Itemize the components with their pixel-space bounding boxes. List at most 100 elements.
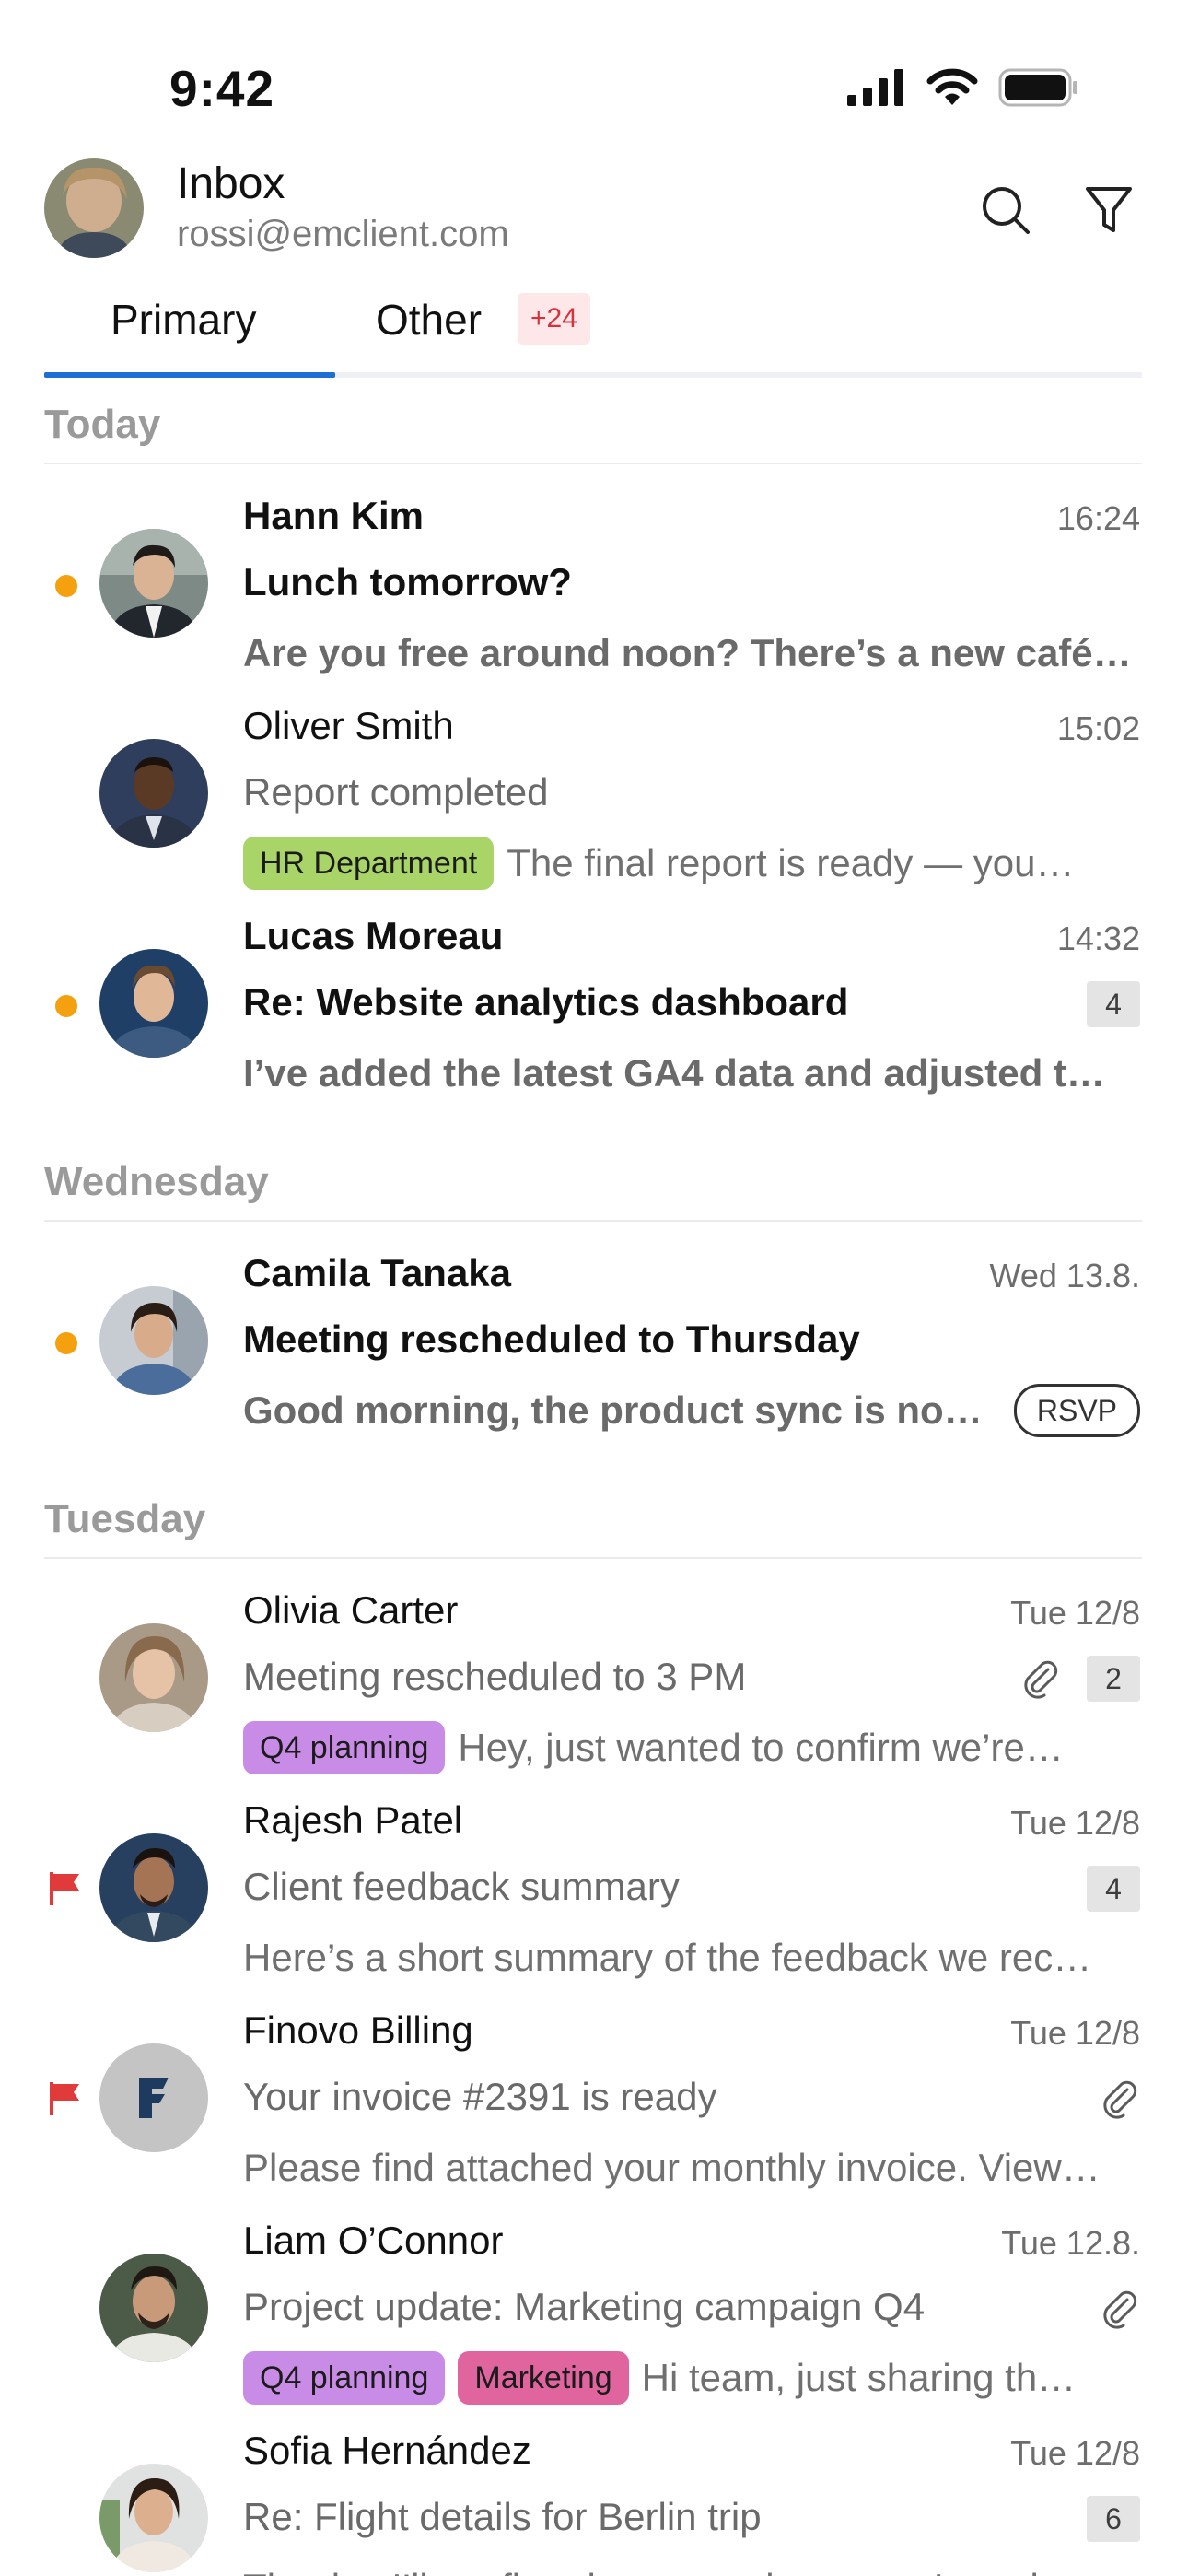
mail-time: Tue 12/8 xyxy=(1010,1804,1140,1842)
mail-item[interactable]: Oliver Smith 15:02 Report completed HR D… xyxy=(0,687,1188,897)
mail-preview: Good morning, the product sync is no… xyxy=(243,1388,983,1432)
sender-name: Rajesh Patel xyxy=(243,1798,463,1842)
battery-icon xyxy=(998,68,1077,107)
mail-subject: Meeting rescheduled to Thursday xyxy=(243,1317,860,1361)
status-icons xyxy=(847,68,1079,107)
mail-preview-row: Please find attached your monthly invoic… xyxy=(243,2141,1142,2195)
unread-indicator xyxy=(55,1332,77,1354)
search-button[interactable] xyxy=(978,182,1033,238)
flag-icon xyxy=(50,1872,79,1905)
mail-preview-row: Thanks, I’ll confirm the return date onc… xyxy=(243,2561,1142,2576)
tab-primary[interactable]: Primary xyxy=(111,295,256,345)
mail-item[interactable]: Lucas Moreau 14:32 Re: Website analytics… xyxy=(0,897,1188,1107)
sender-name: Oliver Smith xyxy=(243,704,454,747)
avatar xyxy=(99,2464,208,2572)
mail-subject: Project update: Marketing campaign Q4 xyxy=(243,2285,926,2328)
mail-preview: The final report is ready — you… xyxy=(507,841,1075,884)
account-email: rossi@emclient.com xyxy=(177,214,509,254)
sender-name: Hann Kim xyxy=(243,494,425,537)
unread-indicator xyxy=(55,575,77,597)
active-tab-indicator xyxy=(44,372,335,378)
mail-time: Tue 12/8 xyxy=(1010,1594,1140,1632)
mail-preview-row: Good morning, the product sync is no… xyxy=(243,1384,998,1437)
tab-other[interactable]: Other xyxy=(376,295,482,345)
flag-icon xyxy=(50,2082,79,2115)
thread-count-badge: 2 xyxy=(1087,1656,1140,1702)
label-tag: Q4 planning xyxy=(243,2351,446,2405)
mail-item[interactable]: Hann Kim 16:24 Lunch tomorrow? Are you f… xyxy=(0,477,1188,687)
avatar xyxy=(99,1623,208,1732)
mail-meta xyxy=(1100,2073,1140,2125)
avatar xyxy=(99,1833,208,1942)
mail-subject: Re: Flight details for Berlin trip xyxy=(243,2495,762,2538)
section-label: Today xyxy=(44,402,161,447)
user-avatar[interactable] xyxy=(44,158,144,258)
unread-indicator xyxy=(55,995,77,1017)
section-header-today: Today xyxy=(44,391,1142,464)
sender-name: Finovo Billing xyxy=(243,2008,473,2052)
avatar xyxy=(99,739,208,848)
mail-time: Tue 12/8 xyxy=(1010,2014,1140,2052)
mail-meta: 2 xyxy=(1020,1653,1140,1704)
mail-preview-row: Here’s a short summary of the feedback w… xyxy=(243,1931,1142,1985)
filter-button[interactable] xyxy=(1081,182,1136,238)
mail-item[interactable]: Camila Tanaka Wed 13.8. Meeting reschedu… xyxy=(0,1235,1188,1445)
mail-preview-row: Q4 planning Hey, just wanted to confirm … xyxy=(243,1721,1142,1774)
thread-count-badge: 6 xyxy=(1087,2496,1140,2542)
thread-count-badge: 4 xyxy=(1087,1866,1140,1912)
avatar xyxy=(99,2043,208,2152)
inbox-header: Inbox rossi@emclient.com xyxy=(0,158,1188,269)
cellular-signal-icon xyxy=(847,69,903,106)
mail-subject: Re: Website analytics dashboard xyxy=(243,980,849,1024)
avatar xyxy=(99,949,208,1058)
rsvp-badge[interactable]: RSVP xyxy=(1013,1384,1140,1437)
mail-subject: Client feedback summary xyxy=(243,1865,680,1908)
sender-name: Camila Tanaka xyxy=(243,1251,512,1294)
mail-time: Tue 12/8 xyxy=(1010,2434,1140,2472)
mail-meta: 4 xyxy=(1087,978,1140,1030)
mail-preview: Hi team, just sharing th… xyxy=(641,2356,1077,2399)
sender-name: Lucas Moreau xyxy=(243,914,504,957)
mail-subject: Lunch tomorrow? xyxy=(243,560,572,603)
section-header-tuesday: Tuesday xyxy=(44,1485,1142,1559)
mail-tabs: Primary Other +24 xyxy=(44,286,1142,378)
mail-preview: Hey, just wanted to confirm we’re… xyxy=(458,1726,1064,1769)
mail-item[interactable]: Sofia Hernández Tue 12/8 Re: Flight deta… xyxy=(0,2412,1188,2576)
mail-preview-row: Q4 planning Marketing Hi team, just shar… xyxy=(243,2351,1142,2405)
mail-preview-row: Are you free around noon? There’s a new … xyxy=(243,626,1142,680)
mail-preview: Are you free around noon? There’s a new … xyxy=(243,631,1132,674)
header-actions xyxy=(978,182,1136,238)
label-tag: Q4 planning xyxy=(243,1721,446,1774)
section-label: Tuesday xyxy=(44,1496,206,1541)
sender-name: Sofia Hernández xyxy=(243,2429,531,2472)
mail-preview: Here’s a short summary of the feedback w… xyxy=(243,1936,1092,1979)
avatar xyxy=(99,2254,208,2362)
mail-meta xyxy=(1100,2283,1140,2335)
finovo-logo-icon xyxy=(139,2078,169,2118)
sender-name: Liam O’Connor xyxy=(243,2219,504,2262)
page-title: Inbox xyxy=(177,159,285,208)
mail-meta: 6 xyxy=(1087,2493,1140,2545)
other-count-badge: +24 xyxy=(518,293,590,345)
sender-name: Olivia Carter xyxy=(243,1588,459,1632)
avatar xyxy=(99,529,208,638)
mail-item[interactable]: Finovo Billing Tue 12/8 Your invoice #23… xyxy=(0,1992,1188,2202)
mail-time: 14:32 xyxy=(1056,919,1140,957)
attachment-icon xyxy=(1103,2290,1137,2329)
mail-subject: Meeting rescheduled to 3 PM xyxy=(243,1655,747,1698)
mail-subject: Report completed xyxy=(243,770,549,814)
attachment-icon xyxy=(1024,1660,1058,1699)
mail-item[interactable]: Olivia Carter Tue 12/8 Meeting reschedul… xyxy=(0,1572,1188,1782)
mail-time: Tue 12.8. xyxy=(1001,2224,1140,2262)
mail-preview-row: I’ve added the latest GA4 data and adjus… xyxy=(243,1047,1142,1100)
mail-time: 15:02 xyxy=(1056,709,1140,747)
section-label: Wednesday xyxy=(44,1159,269,1204)
search-icon xyxy=(983,187,1030,234)
mail-preview-row: HR Department The final report is ready … xyxy=(243,837,1142,890)
mail-item[interactable]: Liam O’Connor Tue 12.8. Project update: … xyxy=(0,2202,1188,2412)
status-bar: 9:42 xyxy=(0,0,1188,166)
mail-time: 16:24 xyxy=(1056,499,1140,537)
mail-subject: Your invoice #2391 is ready xyxy=(243,2075,717,2118)
mail-item[interactable]: Rajesh Patel Tue 12/8 Client feedback su… xyxy=(0,1782,1188,1992)
mail-preview: I’ve added the latest GA4 data and adjus… xyxy=(243,1051,1105,1095)
